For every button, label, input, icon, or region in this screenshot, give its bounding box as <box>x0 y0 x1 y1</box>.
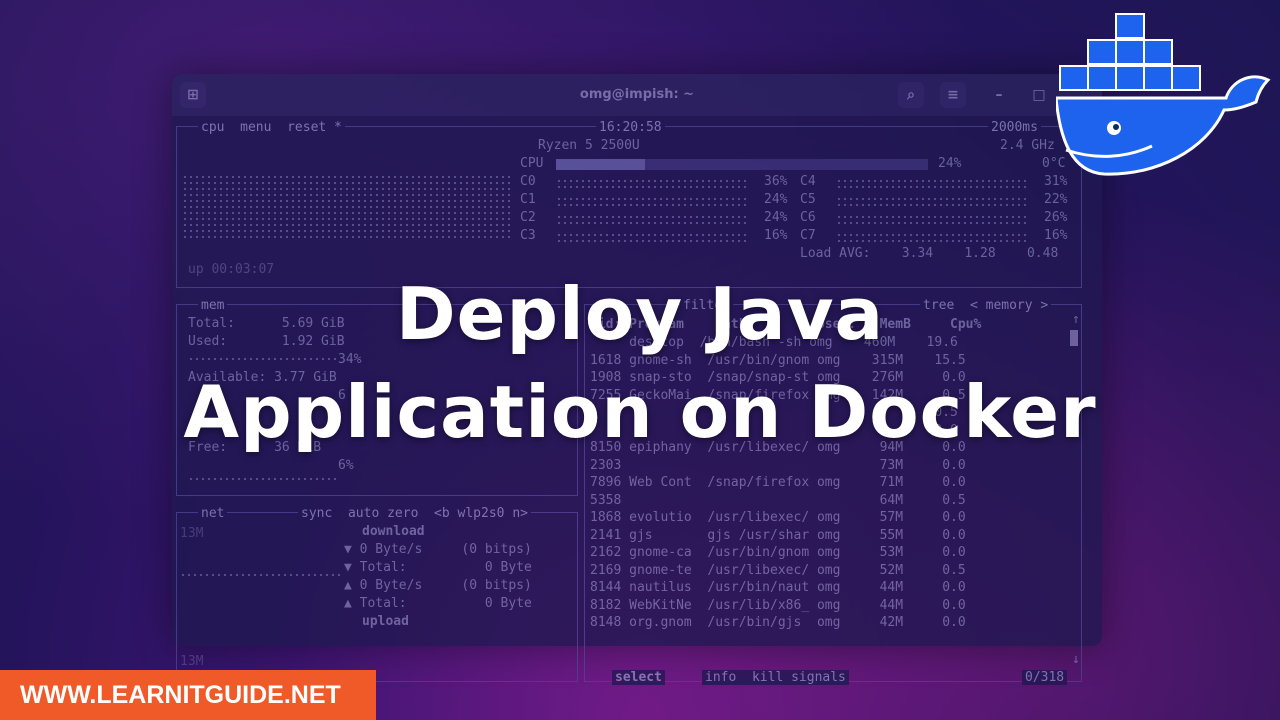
process-row[interactable]: 8144 nautilus /usr/bin/naut omg 44M 0.0 <box>590 579 966 597</box>
mem-free-pct: 6% <box>338 458 354 473</box>
cpu-total-bar <box>556 159 928 170</box>
minimize-icon[interactable]: – <box>986 82 1012 108</box>
title-bar: ⊞ omg@impish: ~ ⌕ ≡ – □ <box>172 74 1102 116</box>
core-c1-pct: 24% <box>764 192 788 207</box>
process-row[interactable]: 8148 org.gnom /usr/bin/gjs omg 42M 0.0 <box>590 614 966 632</box>
cpu-interval[interactable]: 2000ms <box>988 120 1041 135</box>
scroll-down-icon[interactable]: ↓ <box>1072 652 1080 667</box>
process-row[interactable]: 7896 Web Cont /snap/firefox omg 71M 0.0 <box>590 474 966 492</box>
mem-used-graph <box>188 356 338 364</box>
process-row[interactable]: 5358 64M 0.5 <box>590 492 966 510</box>
net-scale-top: 13M <box>180 526 204 541</box>
core-c2-graph <box>556 214 748 224</box>
process-row[interactable]: 2141 gjs gjs /usr/shar omg 55M 0.0 <box>590 527 966 545</box>
core-c6-name: C6 <box>800 210 816 225</box>
core-c4-name: C4 <box>800 174 816 189</box>
process-row[interactable]: 1868 evolutio /usr/libexec/ omg 57M 0.0 <box>590 509 966 527</box>
cpu-total-pct: 24% <box>938 156 962 171</box>
core-c3-name: C3 <box>520 228 536 243</box>
download-label: download <box>362 524 425 539</box>
core-c3-graph <box>556 232 748 242</box>
menu-icon[interactable]: ≡ <box>940 82 966 108</box>
cpu-freq: 2.4 GHz <box>1000 138 1055 153</box>
headline-line-2: Application on Docker <box>183 370 1097 454</box>
cpu-total-bar-fill <box>556 159 646 170</box>
core-c7-name: C7 <box>800 228 816 243</box>
core-c4-graph <box>836 178 1028 188</box>
terminal-window: ⊞ omg@impish: ~ ⌕ ≡ – □ cpu menu reset *… <box>172 74 1102 685</box>
net-graph <box>180 572 340 580</box>
process-row[interactable]: 2169 gnome-te /usr/libexec/ omg 52M 0.5 <box>590 562 966 580</box>
core-c5-pct: 22% <box>1044 192 1068 207</box>
net-row-upload-total: ▲ Total: 0 Byte <box>344 596 532 611</box>
upload-label: upload <box>362 614 409 629</box>
net-row-upload-rate: ▲ 0 Byte/s (0 bitps) <box>344 578 532 593</box>
core-c1-graph <box>556 196 748 206</box>
headline-line-1: Deploy Java <box>395 272 885 356</box>
core-c7-pct: 16% <box>1044 228 1068 243</box>
cpu-total-label: CPU <box>520 156 544 171</box>
core-c5-name: C5 <box>800 192 816 207</box>
load-average: Load AVG: 3.34 1.28 0.48 <box>800 246 1059 261</box>
process-row[interactable]: 2162 gnome-ca /usr/bin/gnom omg 53M 0.0 <box>590 544 966 562</box>
website-badge[interactable]: WWW.LEARNITGUIDE.NET <box>0 670 376 720</box>
core-c0-graph <box>556 178 748 188</box>
cpu-clock: 16:20:58 <box>596 120 665 135</box>
process-row[interactable]: 8182 WebKitNe /usr/lib/x86_ omg 44M 0.0 <box>590 597 966 615</box>
core-c7-graph <box>836 232 1028 242</box>
cpu-history-graph <box>182 174 512 238</box>
proc-count: 0/318 <box>1022 670 1068 685</box>
net-row-download-rate: ▼ 0 Byte/s (0 bitps) <box>344 542 532 557</box>
cpu-model: Ryzen 5 2500U <box>538 138 640 153</box>
docker-whale-logo <box>1056 13 1271 176</box>
net-row-download-total: ▼ Total: 0 Byte <box>344 560 532 575</box>
core-c3-pct: 16% <box>764 228 788 243</box>
core-c0-name: C0 <box>520 174 536 189</box>
net-controls[interactable]: sync auto zero <b wlp2s0 n> <box>298 506 531 521</box>
mem-free-graph <box>188 476 338 484</box>
process-row[interactable]: 2303 73M 0.0 <box>590 457 966 475</box>
core-c1-name: C1 <box>520 192 536 207</box>
net-scale-bottom: 13M <box>180 654 204 669</box>
core-c5-graph <box>836 196 1028 206</box>
core-c0-pct: 36% <box>764 174 788 189</box>
proc-select[interactable]: select <box>612 670 665 685</box>
core-c2-pct: 24% <box>764 210 788 225</box>
core-c2-name: C2 <box>520 210 536 225</box>
cpu-tabs[interactable]: cpu menu reset * <box>198 120 345 135</box>
maximize-icon[interactable]: □ <box>1026 82 1052 108</box>
core-c6-pct: 26% <box>1044 210 1068 225</box>
core-c6-graph <box>836 214 1028 224</box>
net-label: net <box>198 506 228 521</box>
search-icon[interactable]: ⌕ <box>898 82 924 108</box>
proc-actions[interactable]: info kill signals <box>702 670 849 685</box>
